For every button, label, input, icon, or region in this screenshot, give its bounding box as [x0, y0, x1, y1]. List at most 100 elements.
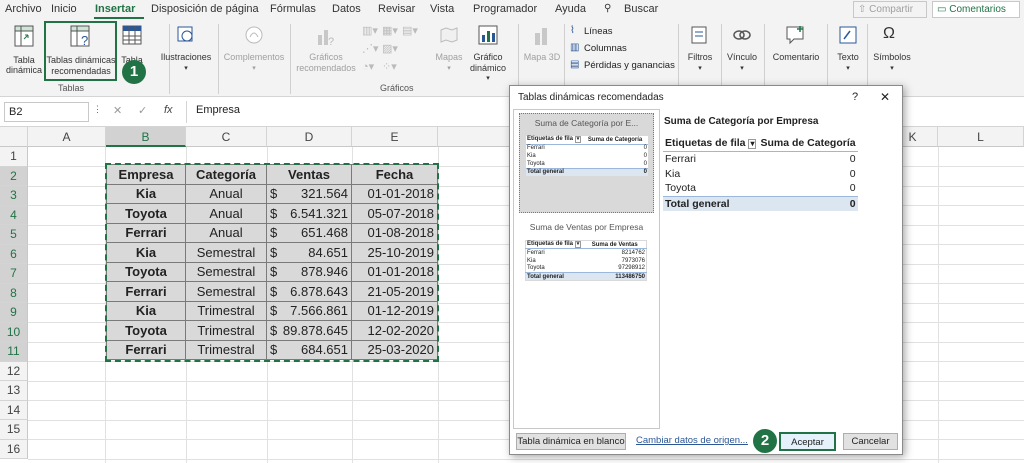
change-source-link[interactable]: Cambiar datos de origen... [636, 435, 748, 446]
tab-buscar[interactable]: Buscar [624, 3, 658, 15]
pie-chart-icon[interactable]: ◔▾ [362, 60, 374, 73]
search-icon[interactable]: ⚲ [604, 3, 611, 14]
cell-ventas[interactable]: $684.651 [266, 339, 352, 360]
sparkline-column-button[interactable]: ▥ Columnas [570, 42, 675, 58]
tab-revisar[interactable]: Revisar [378, 3, 415, 15]
illustrations-button[interactable]: Ilustraciones ▾ [157, 22, 215, 80]
help-button[interactable]: ? [852, 91, 858, 103]
header-fecha[interactable]: Fecha [351, 164, 438, 185]
row-header-6[interactable]: 6 [0, 244, 28, 264]
recommended-charts-button[interactable]: ? Gráficos recomendados [294, 22, 358, 80]
blank-pivot-button[interactable]: Tabla dinámica en blanco [516, 433, 626, 450]
row-header-5[interactable]: 5 [0, 225, 28, 245]
tab-programador[interactable]: Programador [473, 3, 537, 15]
cell-ventas[interactable]: $878.946 [266, 261, 352, 282]
cell-empresa[interactable]: Kia [106, 183, 186, 204]
column-header-a[interactable]: A [28, 127, 106, 147]
addins-button[interactable]: Complementos ▾ [222, 22, 286, 80]
row-header-14[interactable]: 14 [0, 400, 28, 420]
recommendation-card-ventas[interactable]: Suma de Ventas por Empresa Etiquetas de … [519, 218, 654, 308]
row-header-4[interactable]: 4 [0, 205, 28, 225]
cell-ventas[interactable]: $321.564 [266, 183, 352, 204]
cell-fecha[interactable]: 25-03-2020 [351, 339, 438, 360]
confirm-icon[interactable]: ✓ [138, 104, 147, 117]
link-button[interactable]: Vínculo ▾ [723, 22, 761, 80]
cell-categoria[interactable]: Anual [185, 183, 267, 204]
share-button[interactable]: ⇧ Compartir [853, 1, 927, 18]
cell-empresa[interactable]: Ferrari [106, 339, 186, 360]
cell-fecha[interactable]: 01-01-2018 [351, 261, 438, 282]
sparkline-winloss-button[interactable]: ▤ Pérdidas y ganancias [570, 59, 675, 75]
accept-button[interactable]: Aceptar [779, 432, 836, 451]
row-header-7[interactable]: 7 [0, 264, 28, 284]
cell-empresa[interactable]: Ferrari [106, 222, 186, 243]
cell-fecha[interactable]: 05-07-2018 [351, 203, 438, 224]
column-header-l[interactable]: L [938, 127, 1024, 147]
tab-ayuda[interactable]: Ayuda [555, 3, 586, 15]
cell-empresa[interactable]: Toyota [106, 261, 186, 282]
comment-button[interactable]: Comentario [768, 22, 824, 80]
cell-fecha[interactable]: 01-01-2018 [351, 183, 438, 204]
sparkline-line-button[interactable]: ⌇ Líneas [570, 25, 675, 41]
pivot-row-labels-header[interactable]: Etiquetas de fila ▾ [526, 136, 587, 145]
cell-ventas[interactable]: $6.878.643 [266, 281, 352, 302]
cell-empresa[interactable]: Kia [106, 300, 186, 321]
tab-vista[interactable]: Vista [430, 3, 454, 15]
header-empresa[interactable]: Empresa [106, 164, 186, 185]
row-header-9[interactable]: 9 [0, 303, 28, 323]
header-categoria[interactable]: Categoría [185, 164, 267, 185]
hierarchy-chart-icon[interactable]: ▦▾ [382, 24, 398, 37]
tab-datos[interactable]: Datos [332, 3, 361, 15]
cell-ventas[interactable]: $7.566.861 [266, 300, 352, 321]
cell-categoria[interactable]: Trimestral [185, 339, 267, 360]
scatter-chart-icon[interactable]: ⁘▾ [382, 60, 397, 73]
filters-button[interactable]: Filtros ▾ [682, 22, 718, 80]
pivot-row-labels-header[interactable]: Etiquetas de fila ▾ [663, 136, 759, 152]
select-all-corner[interactable] [0, 127, 28, 147]
row-header-11[interactable]: 11 [0, 342, 28, 362]
cell-categoria[interactable]: Anual [185, 222, 267, 243]
tab-formulas[interactable]: Fórmulas [270, 3, 316, 15]
pivot-chart-button[interactable]: Gráfico dinámico ▾ [467, 22, 509, 82]
column-chart-icon[interactable]: ▥▾ [362, 24, 378, 37]
column-header-d[interactable]: D [267, 127, 352, 147]
pivot-row-labels-header[interactable]: Etiquetas de fila ▾ [525, 240, 591, 249]
cell-ventas[interactable]: $84.651 [266, 242, 352, 263]
symbols-button[interactable]: Ω Símbolos ▾ [872, 22, 912, 80]
cell-empresa[interactable]: Toyota [106, 320, 186, 341]
cell-empresa[interactable]: Kia [106, 242, 186, 263]
cell-fecha[interactable]: 12-02-2020 [351, 320, 438, 341]
maps-button[interactable]: Mapas ▾ [432, 22, 466, 80]
comments-button[interactable]: ▭ Comentarios [932, 1, 1020, 18]
filter-dropdown-icon[interactable]: ▾ [748, 139, 757, 150]
recommendation-card-categoria[interactable]: Suma de Categoría por E... Etiquetas de … [519, 113, 654, 213]
filter-dropdown-icon[interactable]: ▾ [574, 241, 582, 248]
row-header-8[interactable]: 8 [0, 283, 28, 303]
cell-ventas[interactable]: $6.541.321 [266, 203, 352, 224]
tab-disposicion[interactable]: Disposición de página [151, 3, 259, 15]
column-header-e[interactable]: E [352, 127, 438, 147]
name-box[interactable]: B2 [4, 102, 89, 122]
cell-empresa[interactable]: Toyota [106, 203, 186, 224]
row-header-13[interactable]: 13 [0, 381, 28, 401]
tab-archivo[interactable]: Archivo [5, 3, 42, 15]
close-button[interactable]: ✕ [880, 90, 890, 104]
cell-fecha[interactable]: 21-05-2019 [351, 281, 438, 302]
cell-fecha[interactable]: 01-08-2018 [351, 222, 438, 243]
insert-function-icon[interactable]: fx [164, 104, 173, 116]
more-options-icon[interactable]: ⋮ [93, 104, 102, 115]
column-header-c[interactable]: C [186, 127, 267, 147]
cell-ventas[interactable]: $651.468 [266, 222, 352, 243]
header-ventas[interactable]: Ventas [266, 164, 352, 185]
chart-type-gallery[interactable]: ▥▾ ▦▾ ▤▾ ⋰▾ ▨▾ ◔▾ ⁘▾ [360, 24, 420, 80]
recommendations-list[interactable]: Suma de Categoría por E... Etiquetas de … [513, 109, 660, 429]
row-header-10[interactable]: 10 [0, 322, 28, 342]
statistic-chart-icon[interactable]: ▨▾ [382, 42, 398, 55]
cell-categoria[interactable]: Anual [185, 203, 267, 224]
cancel-button[interactable]: Cancelar [843, 433, 898, 450]
cell-categoria[interactable]: Trimestral [185, 320, 267, 341]
column-header-b[interactable]: B [106, 127, 186, 147]
text-button[interactable]: Texto ▾ [831, 22, 865, 80]
pivot-table-button[interactable]: Tabla dinámica [6, 22, 42, 80]
row-header-1[interactable]: 1 [0, 147, 28, 167]
